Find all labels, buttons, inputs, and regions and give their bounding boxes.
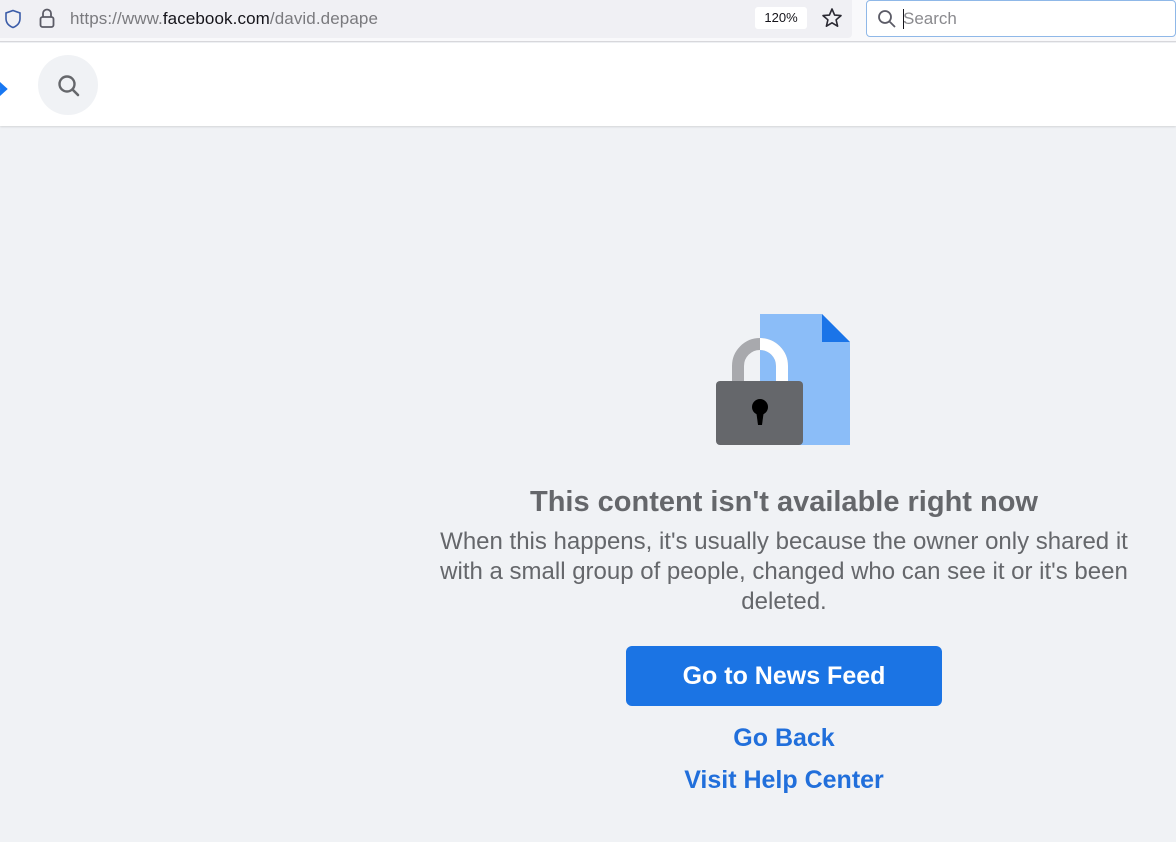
url-prefix: https://www. [70, 9, 163, 28]
search-placeholder: Search [903, 9, 957, 28]
go-to-news-feed-button[interactable]: Go to News Feed [626, 646, 942, 706]
facebook-search-button[interactable] [38, 55, 98, 115]
facebook-header [0, 43, 1176, 126]
visit-help-center-link[interactable]: Visit Help Center [584, 766, 984, 795]
page-title: This content isn't available right now [529, 486, 1038, 518]
search-icon [58, 75, 80, 97]
star-icon[interactable] [820, 6, 844, 30]
locked-document-icon [716, 314, 850, 445]
search-icon [878, 10, 896, 28]
facebook-logo-icon[interactable] [0, 77, 8, 101]
zoom-level-button[interactable]: 120% [755, 7, 807, 29]
lock-icon[interactable] [38, 7, 56, 29]
text-caret [903, 9, 904, 29]
url-path: /david.depape [269, 9, 379, 28]
shield-icon[interactable] [4, 9, 22, 29]
browser-toolbar: https://www.facebook.com/david.depape 12… [0, 0, 1176, 42]
address-bar[interactable]: https://www.facebook.com/david.depape 12… [0, 0, 852, 38]
error-description: When this happens, it's usually because … [440, 528, 1128, 615]
url-text[interactable]: https://www.facebook.com/david.depape [70, 9, 378, 29]
browser-search-input[interactable]: Search [866, 0, 1176, 37]
url-domain: facebook.com [162, 9, 270, 28]
go-back-link[interactable]: Go Back [584, 724, 984, 753]
